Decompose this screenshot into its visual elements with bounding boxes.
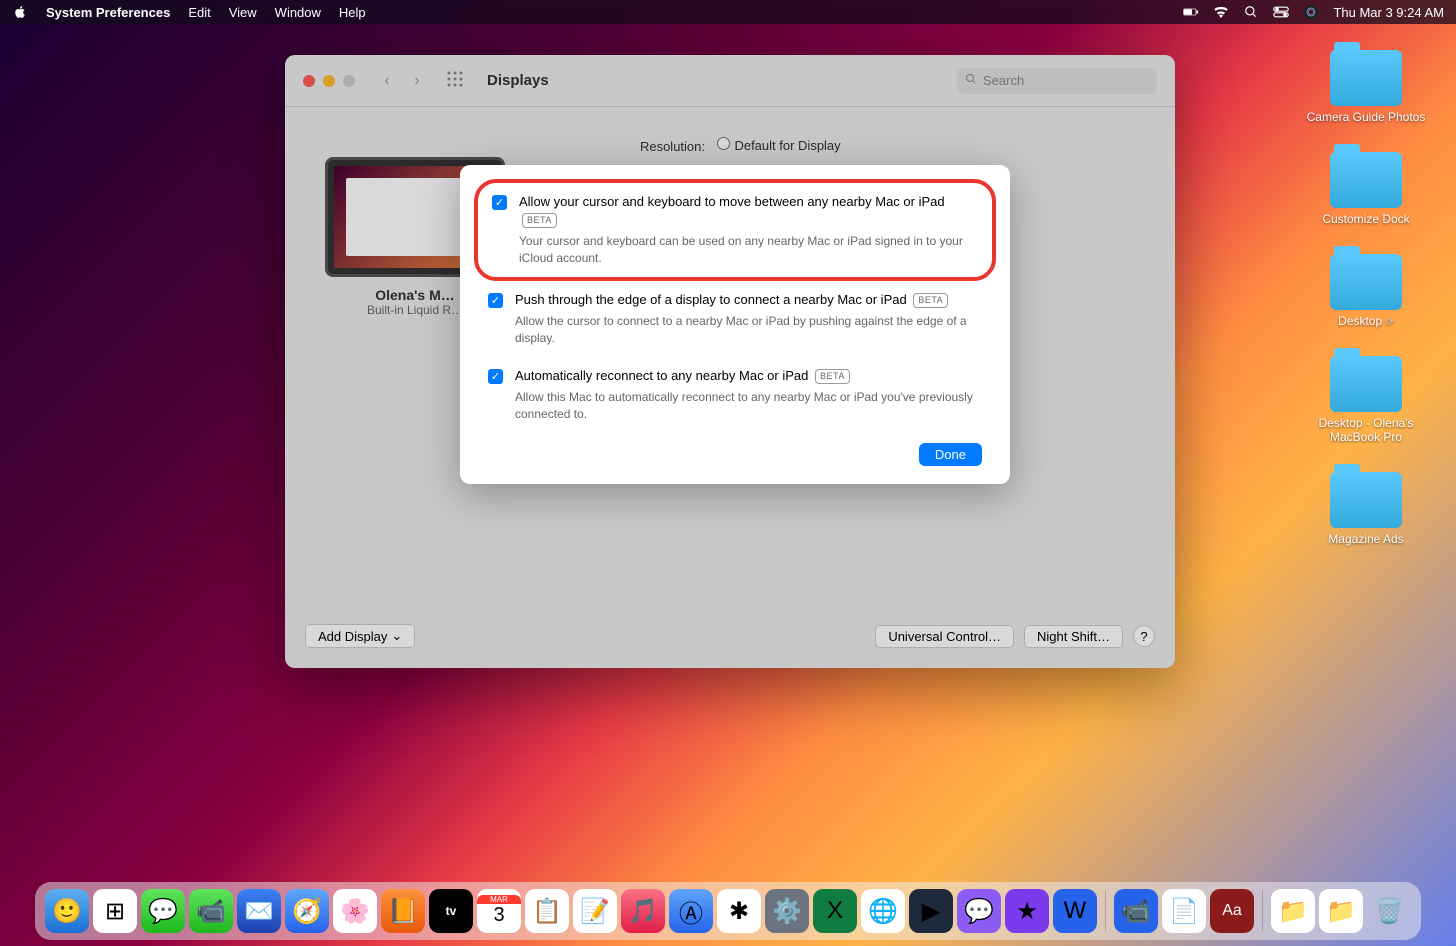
checkbox-checked[interactable]: ✓: [492, 195, 507, 210]
universal-control-button[interactable]: Universal Control…: [875, 625, 1014, 648]
desktop-folder[interactable]: Desktop - Olena's MacBook Pro: [1296, 356, 1436, 444]
app-name[interactable]: System Preferences: [46, 5, 170, 20]
control-center-icon[interactable]: [1273, 4, 1289, 20]
apple-menu-icon[interactable]: [12, 4, 28, 20]
beta-badge: BETA: [815, 369, 850, 384]
menu-view[interactable]: View: [229, 5, 257, 20]
photos-icon[interactable]: 🌸: [333, 889, 377, 933]
desktop-folder[interactable]: Desktop ⟳: [1296, 254, 1436, 328]
app-icon[interactable]: ★: [1005, 889, 1049, 933]
safari-icon[interactable]: 🧭: [285, 889, 329, 933]
help-button[interactable]: ?: [1133, 625, 1155, 647]
minimize-button[interactable]: [323, 75, 335, 87]
music-icon[interactable]: 🎵: [621, 889, 665, 933]
books-icon[interactable]: 📙: [381, 889, 425, 933]
resolution-default-radio[interactable]: [717, 137, 730, 150]
dock-separator: [1262, 891, 1263, 931]
reminders-icon[interactable]: 📋: [525, 889, 569, 933]
dock-separator: [1105, 891, 1106, 931]
dock: 🙂 ⊞ 💬 📹 ✉️ 🧭 🌸 📙 tv MAR3 📋 📝 🎵 Ⓐ ✱ ⚙️ X …: [35, 882, 1421, 940]
word-icon[interactable]: W: [1053, 889, 1097, 933]
finder-icon[interactable]: 🙂: [45, 889, 89, 933]
facetime-icon[interactable]: 📹: [189, 889, 233, 933]
option-auto-reconnect: ✓ Automatically reconnect to any nearby …: [488, 367, 982, 423]
menu-window[interactable]: Window: [275, 5, 321, 20]
launchpad-icon[interactable]: ⊞: [93, 889, 137, 933]
universal-control-sheet: ✓ Allow your cursor and keyboard to move…: [460, 165, 1010, 484]
siri-icon[interactable]: [1303, 4, 1319, 20]
sync-icon: ⟳: [1385, 317, 1393, 328]
desktop-icons: Camera Guide Photos Customize Dock Deskt…: [1296, 50, 1436, 546]
zoom-button[interactable]: [343, 75, 355, 87]
chrome-icon[interactable]: 🌐: [861, 889, 905, 933]
checkbox-checked[interactable]: ✓: [488, 293, 503, 308]
dictionary-icon[interactable]: Aa: [1210, 889, 1254, 933]
app-icon[interactable]: ▶: [909, 889, 953, 933]
beta-badge: BETA: [913, 293, 948, 308]
messages-icon[interactable]: 💬: [141, 889, 185, 933]
show-all-button[interactable]: [447, 71, 467, 91]
close-button[interactable]: [303, 75, 315, 87]
folder-icon[interactable]: 📁: [1319, 889, 1363, 933]
excel-icon[interactable]: X: [813, 889, 857, 933]
window-title: Displays: [487, 72, 549, 89]
window-titlebar: ‹ › Displays Search: [285, 55, 1175, 107]
menu-help[interactable]: Help: [339, 5, 366, 20]
downloads-icon[interactable]: 📁: [1271, 889, 1315, 933]
desktop-folder[interactable]: Magazine Ads: [1296, 472, 1436, 546]
appstore-icon[interactable]: Ⓐ: [669, 889, 713, 933]
chevron-down-icon: ⌄: [391, 628, 402, 644]
search-icon: [965, 73, 977, 88]
app-icon[interactable]: 💬: [957, 889, 1001, 933]
calendar-icon[interactable]: MAR3: [477, 889, 521, 933]
menubar-clock[interactable]: Thu Mar 3 9:24 AM: [1333, 5, 1444, 20]
spotlight-icon[interactable]: [1243, 4, 1259, 20]
menubar: System Preferences Edit View Window Help…: [0, 0, 1456, 24]
slack-icon[interactable]: ✱: [717, 889, 761, 933]
trash-icon[interactable]: 🗑️: [1367, 889, 1411, 933]
search-input[interactable]: Search: [957, 68, 1157, 94]
forward-button[interactable]: ›: [405, 69, 429, 93]
mail-icon[interactable]: ✉️: [237, 889, 281, 933]
checkbox-checked[interactable]: ✓: [488, 369, 503, 384]
appletv-icon[interactable]: tv: [429, 889, 473, 933]
beta-badge: BETA: [522, 213, 557, 228]
wifi-icon[interactable]: [1213, 4, 1229, 20]
resolution-label: Resolution:: [555, 139, 705, 154]
add-display-button[interactable]: Add Display ⌄: [305, 624, 415, 648]
desktop-folder[interactable]: Camera Guide Photos: [1296, 50, 1436, 124]
notes-icon[interactable]: 📝: [573, 889, 617, 933]
option-allow-cursor: ✓ Allow your cursor and keyboard to move…: [474, 179, 996, 281]
back-button[interactable]: ‹: [375, 69, 399, 93]
battery-icon[interactable]: [1183, 4, 1199, 20]
app-icon[interactable]: 📄: [1162, 889, 1206, 933]
done-button[interactable]: Done: [919, 443, 982, 466]
night-shift-button[interactable]: Night Shift…: [1024, 625, 1123, 648]
option-push-through: ✓ Push through the edge of a display to …: [488, 291, 982, 347]
zoom-icon[interactable]: 📹: [1114, 889, 1158, 933]
system-preferences-icon[interactable]: ⚙️: [765, 889, 809, 933]
desktop-folder[interactable]: Customize Dock: [1296, 152, 1436, 226]
menu-edit[interactable]: Edit: [188, 5, 210, 20]
